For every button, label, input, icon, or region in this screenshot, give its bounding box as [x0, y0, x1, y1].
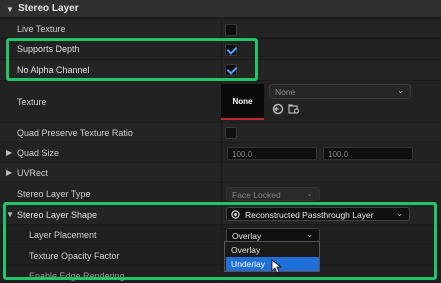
quad-size-label: Quad Size	[17, 148, 60, 158]
chevron-down-icon: ⌄	[397, 86, 404, 95]
texture-asset-value: None	[275, 87, 296, 97]
quad-size-y-value: 100.0	[328, 150, 349, 159]
browse-asset-icon[interactable]	[288, 103, 300, 115]
quad-preserve-label: Quad Preserve Texture Ratio	[17, 128, 133, 138]
expand-arrow-icon[interactable]: ▶	[6, 148, 12, 157]
stereo-layer-type-value: Face Locked	[232, 190, 281, 200]
live-texture-label: Live Texture	[17, 24, 66, 34]
texture-label: Texture	[17, 97, 47, 107]
use-selected-asset-icon[interactable]	[272, 103, 284, 115]
highlight-box-depth-alpha	[6, 38, 258, 81]
expand-arrow-icon[interactable]: ▶	[6, 168, 12, 177]
stereo-layer-type-label: Stereo Layer Type	[17, 189, 91, 199]
chevron-down-icon: ⌄	[306, 189, 313, 198]
quad-preserve-checkbox[interactable]	[225, 127, 237, 139]
collapse-arrow-icon[interactable]: ▼	[6, 5, 14, 14]
stereo-layer-type-dropdown[interactable]: Face Locked ⌄	[226, 187, 320, 201]
quad-size-x-value: 100.0	[232, 150, 253, 159]
live-texture-checkbox[interactable]	[225, 24, 237, 36]
stereo-layer-section-header[interactable]: ▼ Stereo Layer	[0, 0, 441, 18]
quad-size-y-input[interactable]: 100.0	[323, 147, 413, 160]
uvrect-label: UVRect	[17, 168, 49, 178]
thumbnail-none-text: None	[232, 97, 253, 106]
section-title: Stereo Layer	[18, 3, 79, 14]
texture-asset-picker[interactable]: None ⌄	[269, 84, 411, 99]
texture-thumbnail[interactable]: None	[221, 84, 264, 120]
highlight-box-layer-shape	[3, 202, 437, 280]
quad-size-x-input[interactable]: 100.0	[227, 147, 317, 160]
mouse-cursor-icon	[271, 259, 283, 274]
